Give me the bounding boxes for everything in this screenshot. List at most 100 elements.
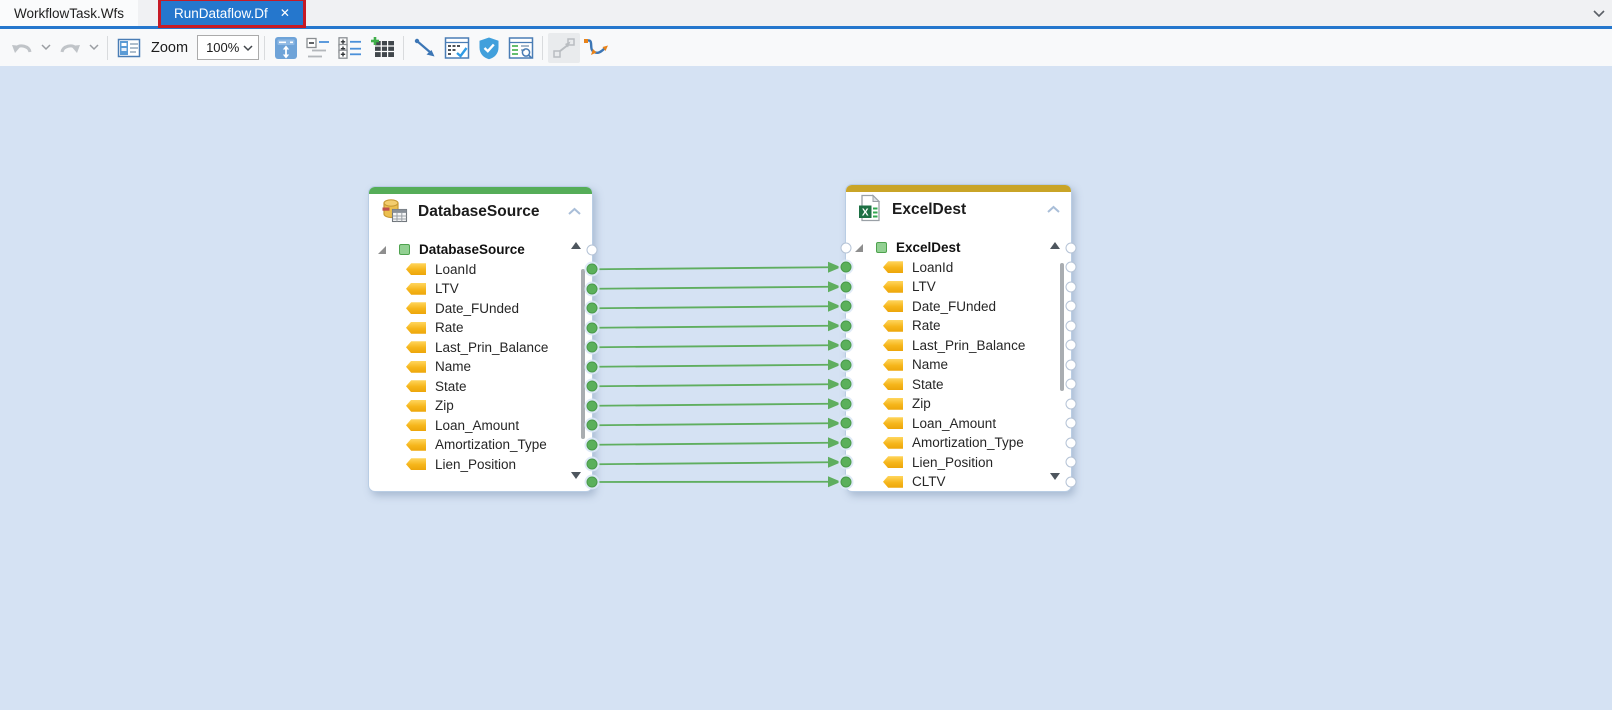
tab-rundataflow[interactable]: RunDataflow.Df ✕ [160,0,304,26]
add-table-button[interactable] [366,33,398,63]
dest-input-port[interactable] [841,262,852,273]
dest-root-input-port[interactable] [841,242,852,253]
node-excel-dest[interactable]: X ExcelDest ExcelDestLoanIdLTVDate_FUnde… [845,184,1072,492]
source-output-port[interactable] [587,477,598,488]
source-output-port[interactable] [587,459,598,470]
scroll-up-icon[interactable] [1050,242,1060,249]
undo-history-chevron-icon[interactable] [38,33,54,63]
node-database-source[interactable]: DatabaseSource DatabaseSourceLoanIdLTVDa… [368,186,593,492]
dest-output-port[interactable] [1066,418,1077,429]
dest-input-port[interactable] [841,457,852,468]
source-output-port[interactable] [587,361,598,372]
mapping-link[interactable] [596,462,830,464]
tab-workflowtask[interactable]: WorkflowTask.Wfs [0,0,138,26]
mapping-link[interactable] [596,345,830,347]
dest-output-port[interactable] [1066,320,1077,331]
collapse-chevron-icon[interactable] [1046,201,1061,219]
node-root-row[interactable]: ExcelDest [846,238,1071,258]
draw-link-button[interactable] [409,33,441,63]
mapping-link[interactable] [596,267,830,269]
dest-output-port[interactable] [1066,262,1077,273]
close-icon[interactable]: ✕ [280,7,290,19]
mapping-link[interactable] [596,404,830,406]
source-output-port[interactable] [587,322,598,333]
scroll-down-icon[interactable] [571,472,581,479]
dest-input-port[interactable] [841,359,852,370]
dest-input-port[interactable] [841,320,852,331]
node-root-row[interactable]: DatabaseSource [369,240,592,260]
field-row[interactable]: Lien_Position [846,453,1071,473]
expand-all-button[interactable] [334,33,366,63]
dataflow-canvas[interactable]: DatabaseSource DatabaseSourceLoanIdLTVDa… [0,66,1612,710]
dest-input-port[interactable] [841,437,852,448]
field-row[interactable]: Zip [369,396,592,416]
field-row[interactable]: Date_FUnded [369,299,592,319]
field-row[interactable]: Rate [846,316,1071,336]
field-row[interactable]: Zip [846,394,1071,414]
mapping-link[interactable] [596,287,830,289]
undo-button[interactable] [6,33,38,63]
mapping-link[interactable] [596,384,830,386]
toggle-panel-button[interactable] [113,33,145,63]
dest-input-port[interactable] [841,398,852,409]
source-output-port[interactable] [587,283,598,294]
field-row[interactable]: Amortization_Type [369,435,592,455]
dest-output-port[interactable] [1066,242,1077,253]
source-output-port[interactable] [587,381,598,392]
field-row[interactable]: LoanId [369,260,592,280]
dest-output-port[interactable] [1066,301,1077,312]
mapping-link[interactable] [596,326,830,328]
source-output-port[interactable] [587,303,598,314]
dest-input-port[interactable] [841,281,852,292]
field-row[interactable]: Name [369,357,592,377]
dest-input-port[interactable] [841,340,852,351]
mapping-link[interactable] [596,423,830,425]
dest-output-port[interactable] [1066,379,1077,390]
scroll-up-icon[interactable] [571,242,581,249]
tab-overflow-chevron-icon[interactable] [1592,5,1606,23]
scroll-down-icon[interactable] [1050,473,1060,480]
scrollbar-thumb[interactable] [1060,263,1064,391]
preview-window-button[interactable] [505,33,537,63]
dest-input-port[interactable] [841,476,852,487]
preview-data-button[interactable] [441,33,473,63]
source-output-port[interactable] [587,342,598,353]
field-row[interactable]: Lien_Position [369,455,592,475]
dest-output-port[interactable] [1066,476,1077,487]
tree-expander-icon[interactable] [855,244,863,252]
vertical-fit-button[interactable] [270,33,302,63]
validate-shield-button[interactable] [473,33,505,63]
dest-input-port[interactable] [841,301,852,312]
dest-output-port[interactable] [1066,340,1077,351]
mapping-link[interactable] [596,306,830,308]
dest-output-port[interactable] [1066,281,1077,292]
field-row[interactable]: State [369,377,592,397]
field-row[interactable]: CLTV [846,472,1071,492]
field-row[interactable]: Name [846,355,1071,375]
collapse-all-button[interactable] [302,33,334,63]
redo-history-chevron-icon[interactable] [86,33,102,63]
collapse-chevron-icon[interactable] [567,203,582,221]
field-row[interactable]: LoanId [846,258,1071,278]
field-row[interactable]: LTV [846,277,1071,297]
node-header[interactable]: X ExcelDest [846,192,1071,228]
source-output-port[interactable] [587,264,598,275]
source-output-port[interactable] [587,400,598,411]
field-row[interactable]: Last_Prin_Balance [846,336,1071,356]
tree-expander-icon[interactable] [378,246,386,254]
field-row[interactable]: Rate [369,318,592,338]
field-row[interactable]: Date_FUnded [846,297,1071,317]
dest-output-port[interactable] [1066,437,1077,448]
dest-output-port[interactable] [1066,457,1077,468]
field-row[interactable]: LTV [369,279,592,299]
mapping-link[interactable] [596,365,830,367]
resize-diagonal-button[interactable] [548,33,580,63]
field-row[interactable]: Loan_Amount [846,414,1071,434]
dest-output-port[interactable] [1066,359,1077,370]
dest-output-port[interactable] [1066,398,1077,409]
source-root-output-port[interactable] [587,244,598,255]
field-row[interactable]: Amortization_Type [846,433,1071,453]
zoom-level-select[interactable]: 100% [197,35,259,60]
node-header[interactable]: DatabaseSource [369,194,592,230]
dest-input-port[interactable] [841,418,852,429]
